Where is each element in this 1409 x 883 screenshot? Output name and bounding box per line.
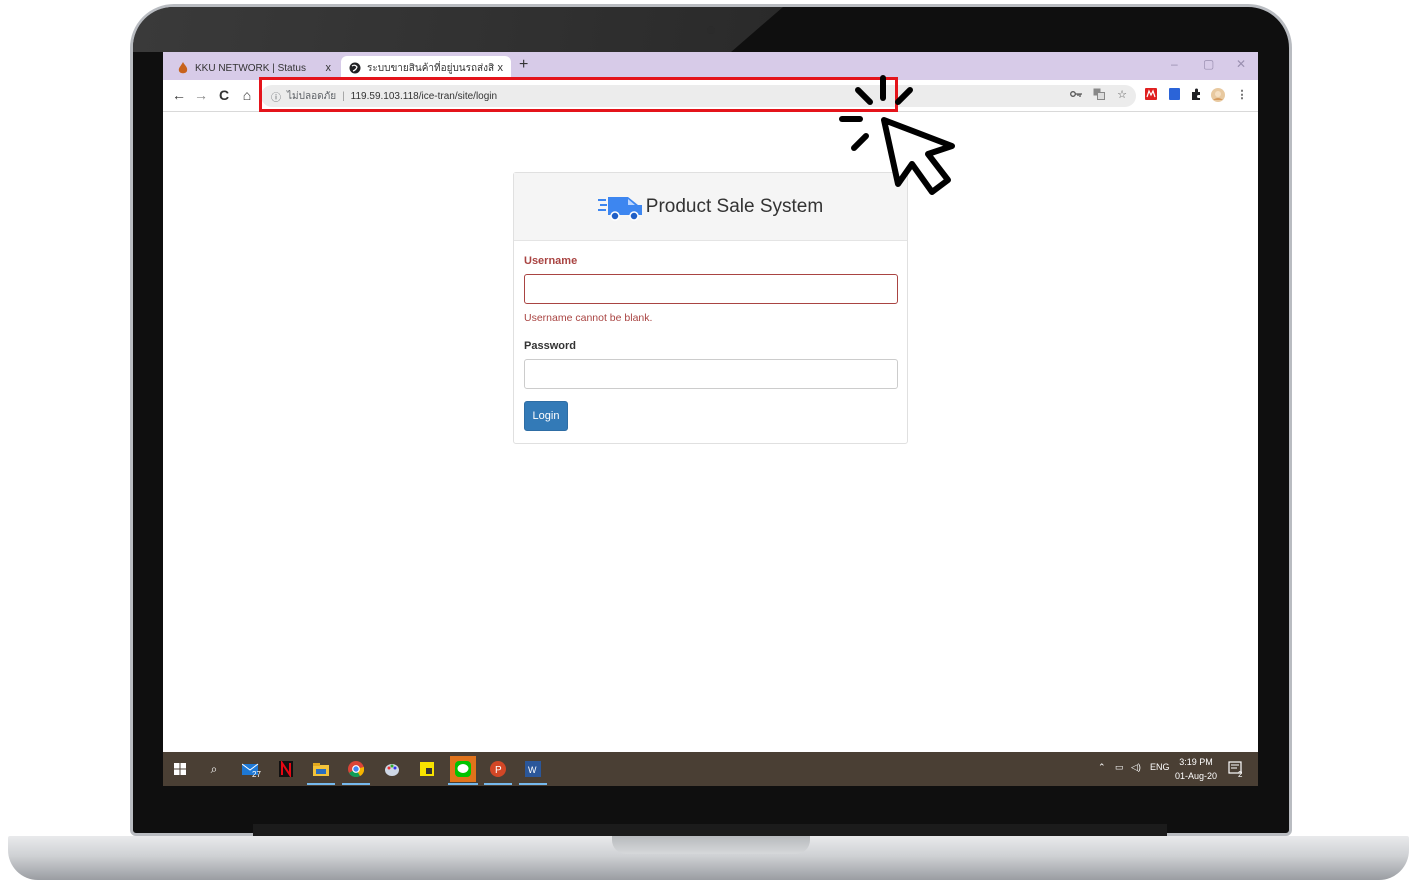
globe-icon bbox=[349, 62, 361, 74]
search-icon[interactable]: ⌕ bbox=[204, 759, 224, 779]
extension-red-icon[interactable] bbox=[1144, 88, 1158, 102]
username-input[interactable] bbox=[524, 274, 898, 304]
translate-icon[interactable] bbox=[1092, 88, 1106, 102]
laptop-base-notch bbox=[612, 836, 810, 854]
file-explorer-icon[interactable] bbox=[311, 759, 331, 779]
screen: KKU NETWORK | Status x ระบบขายสินค้าที่อ… bbox=[163, 52, 1258, 786]
puzzle-icon[interactable] bbox=[1189, 88, 1203, 102]
svg-text:P: P bbox=[495, 765, 502, 776]
notification-icon[interactable]: 2 bbox=[1226, 759, 1246, 779]
tab-strip: KKU NETWORK | Status x ระบบขายสินค้าที่อ… bbox=[163, 52, 1258, 80]
tab-title: KKU NETWORK | Status bbox=[195, 62, 306, 74]
tab-close-icon[interactable]: x bbox=[326, 62, 332, 74]
profile-avatar-icon[interactable] bbox=[1211, 88, 1225, 102]
new-tab-button[interactable]: + bbox=[519, 56, 528, 74]
reload-button[interactable]: C bbox=[216, 87, 232, 103]
login-button[interactable]: Login bbox=[524, 401, 568, 431]
volume-icon[interactable]: ◁) bbox=[1131, 762, 1141, 773]
taskbar-active-indicator bbox=[307, 783, 335, 785]
star-icon[interactable]: ☆ bbox=[1115, 88, 1129, 102]
line-icon[interactable] bbox=[450, 756, 476, 782]
home-button[interactable]: ⌂ bbox=[239, 87, 255, 103]
word-icon[interactable]: W bbox=[523, 759, 543, 779]
extension-blue-icon[interactable] bbox=[1167, 88, 1181, 102]
powerpoint-icon[interactable]: P bbox=[488, 759, 508, 779]
back-button[interactable]: ← bbox=[171, 87, 187, 103]
system-clock[interactable]: 3:19 PM 01-Aug-20 bbox=[1175, 755, 1217, 783]
netflix-icon[interactable] bbox=[276, 759, 296, 779]
tab-title: ระบบขายสินค้าที่อยู่บนรถส่งสินค้า - เว bbox=[367, 62, 494, 74]
clock-date: 01-Aug-20 bbox=[1175, 771, 1218, 781]
menu-icon[interactable]: ⋮ bbox=[1235, 88, 1249, 102]
language-indicator[interactable]: ENG bbox=[1150, 762, 1170, 772]
password-input[interactable] bbox=[524, 359, 898, 389]
clock-time: 3:19 PM bbox=[1179, 757, 1213, 767]
username-label: Username bbox=[524, 255, 578, 267]
taskbar-active-indicator bbox=[484, 783, 512, 785]
app-title: Product Sale System bbox=[645, 195, 824, 217]
tab-close-icon[interactable]: x bbox=[498, 62, 504, 74]
close-window-button[interactable]: ✕ bbox=[1236, 57, 1246, 71]
notification-badge: 2 bbox=[1238, 770, 1243, 779]
taskbar: ⌕ 27 P W ⌃ ▭ ◁) ENG 3:19 PM 01-Aug-20 2 bbox=[163, 752, 1258, 786]
camera-icon bbox=[707, 26, 715, 34]
paint-icon[interactable] bbox=[382, 759, 402, 779]
taskbar-active-indicator bbox=[519, 783, 547, 785]
svg-text:W: W bbox=[528, 765, 537, 775]
laptop-hinge bbox=[253, 824, 1167, 836]
chrome-icon[interactable] bbox=[346, 759, 366, 779]
click-cursor-icon bbox=[839, 75, 955, 195]
bezel-shine bbox=[133, 7, 783, 52]
truck-icon bbox=[597, 196, 642, 221]
chevron-up-icon[interactable]: ⌃ bbox=[1098, 762, 1106, 773]
login-form: Username Username cannot be blank. Passw… bbox=[514, 241, 907, 445]
sticky-notes-icon[interactable] bbox=[417, 759, 437, 779]
windows-start-icon[interactable] bbox=[170, 759, 190, 779]
mail-icon[interactable]: 27 bbox=[241, 759, 261, 779]
mail-badge: 27 bbox=[252, 770, 261, 779]
forward-button[interactable]: → bbox=[193, 87, 209, 103]
username-error-message: Username cannot be blank. bbox=[524, 312, 653, 324]
restore-button[interactable]: ▢ bbox=[1203, 57, 1214, 71]
minimize-button[interactable]: – bbox=[1171, 57, 1178, 71]
battery-icon[interactable]: ▭ bbox=[1115, 762, 1124, 773]
login-card: Product Sale System Username Username ca… bbox=[513, 172, 908, 444]
flame-icon bbox=[177, 62, 189, 74]
taskbar-active-indicator bbox=[342, 783, 370, 785]
key-icon[interactable] bbox=[1069, 88, 1083, 102]
taskbar-active-indicator bbox=[448, 783, 478, 785]
address-bar-highlight bbox=[259, 77, 898, 112]
password-label: Password bbox=[524, 340, 576, 352]
